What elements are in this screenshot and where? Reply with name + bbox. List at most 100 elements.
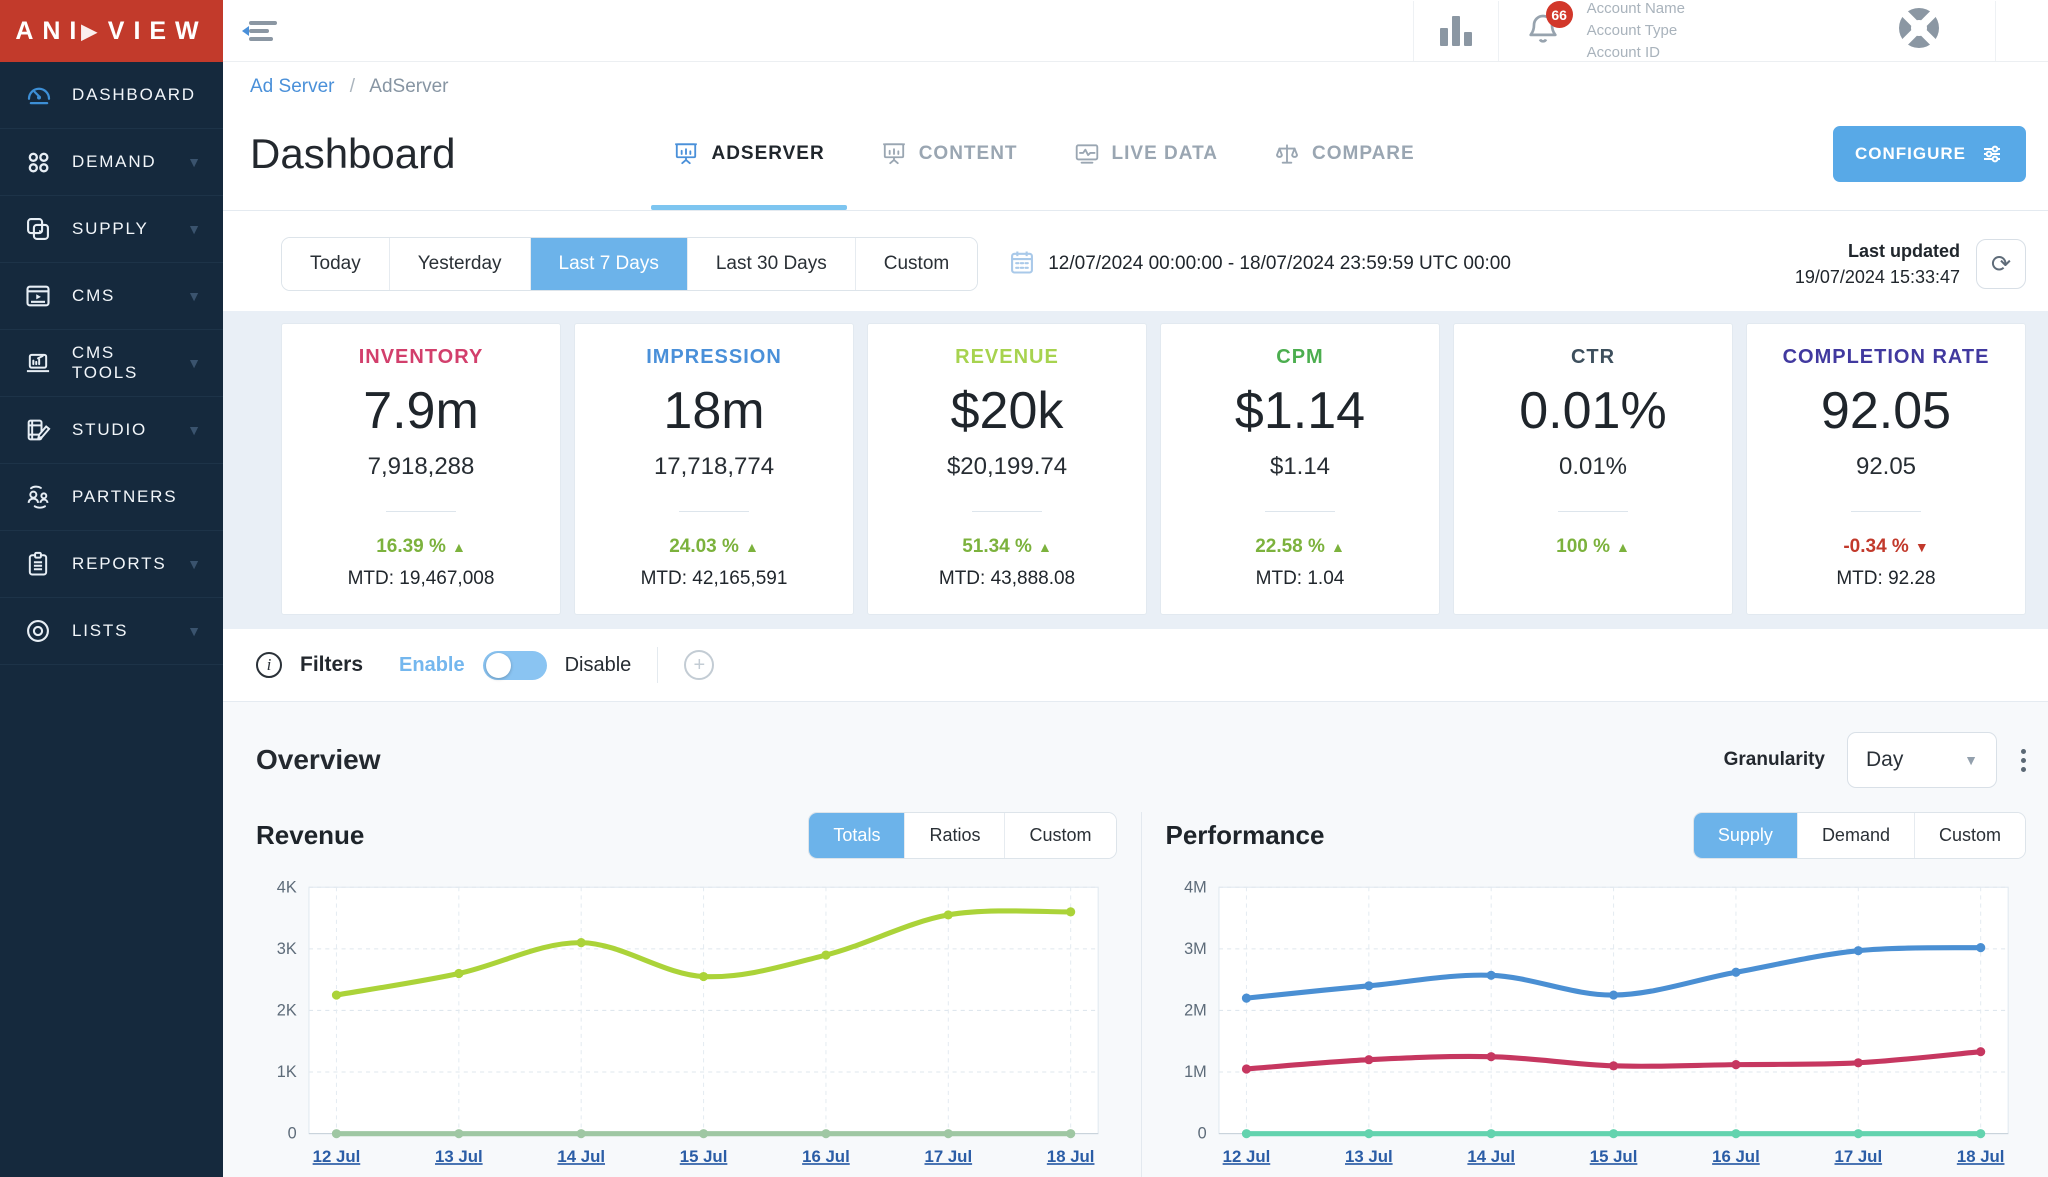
sidebar-item-dashboard[interactable]: DASHBOARD	[0, 62, 223, 129]
tab-live-data[interactable]: LIVE DATA	[1046, 98, 1246, 210]
kpi-card-ctr[interactable]: CTR 0.01% 0.01% 100 %▲	[1453, 323, 1733, 615]
laptop-chart-icon	[24, 349, 58, 377]
account-info: Account Name Account Type Account ID	[1587, 0, 1685, 64]
svg-text:3K: 3K	[277, 940, 297, 958]
svg-text:12 Jul: 12 Jul	[313, 1147, 361, 1166]
control-custom[interactable]: Custom	[1915, 813, 2025, 858]
breadcrumb-parent-link[interactable]: Ad Server	[250, 76, 334, 97]
granularity-value: Day	[1866, 748, 1903, 772]
notifications-button[interactable]: 66	[1525, 9, 1561, 52]
analytics-bars-icon[interactable]	[1440, 16, 1472, 46]
sidebar-item-cms-tools[interactable]: CMS TOOLS ▼	[0, 330, 223, 397]
kpi-value: 0.01%	[1460, 381, 1726, 441]
tab-content[interactable]: CONTENT	[853, 98, 1046, 210]
kpi-card-cpm[interactable]: CPM $1.14 $1.14 22.58 %▲ MTD: 1.04	[1160, 323, 1440, 615]
chevron-down-icon: ▼	[187, 556, 201, 572]
preset-custom[interactable]: Custom	[856, 238, 977, 290]
kpi-mtd: MTD: 1.04	[1167, 568, 1433, 590]
configure-label: CONFIGURE	[1855, 144, 1966, 164]
svg-text:12 Jul: 12 Jul	[1222, 1147, 1270, 1166]
sidebar-item-label: STUDIO	[72, 420, 147, 440]
add-filter-button[interactable]: +	[684, 650, 714, 680]
tab-label: CONTENT	[919, 143, 1018, 165]
page-title: Dashboard	[250, 130, 455, 178]
avatar[interactable]	[1895, 4, 1943, 57]
tab-compare[interactable]: COMPARE	[1246, 98, 1443, 210]
svg-text:1M: 1M	[1184, 1063, 1207, 1081]
sidebar-item-cms[interactable]: CMS ▼	[0, 263, 223, 330]
refresh-button[interactable]: ⟳	[1976, 239, 2026, 289]
kpi-card-inventory[interactable]: INVENTORY 7.9m 7,918,288 16.39 %▲ MTD: 1…	[281, 323, 561, 615]
tab-adserver[interactable]: ADSERVER	[645, 98, 852, 210]
chevron-down-icon: ▼	[187, 288, 201, 304]
sidebar-item-label: SUPPLY	[72, 219, 149, 239]
preset-yesterday[interactable]: Yesterday	[390, 238, 531, 290]
kpi-change: 24.03 %▲	[581, 536, 847, 558]
kpi-value: 7.9m	[288, 381, 554, 441]
svg-text:18 Jul: 18 Jul	[1956, 1147, 2004, 1166]
preset-last-7-days[interactable]: Last 7 Days	[531, 238, 688, 290]
kpi-value: $1.14	[1167, 381, 1433, 441]
last-updated: Last updated 19/07/2024 15:33:47	[1795, 238, 1960, 290]
kpi-mtd: MTD: 19,467,008	[288, 568, 554, 590]
filters-toggle[interactable]	[483, 651, 547, 680]
account-type: Account Type	[1587, 20, 1685, 42]
divider	[1558, 511, 1628, 512]
sidebar-item-label: DEMAND	[72, 152, 156, 172]
kpi-value: 18m	[581, 381, 847, 441]
kpi-change: -0.34 %▼	[1753, 536, 2019, 558]
chevron-down-icon: ▼	[187, 221, 201, 237]
sidebar-item-studio[interactable]: STUDIO ▼	[0, 397, 223, 464]
preset-today[interactable]: Today	[282, 238, 390, 290]
logo-text-left: ANI	[15, 17, 85, 46]
chevron-down-icon: ▼	[1964, 752, 1978, 768]
kpi-strip: INVENTORY 7.9m 7,918,288 16.39 %▲ MTD: 1…	[223, 311, 2048, 629]
last-updated-value: 19/07/2024 15:33:47	[1795, 264, 1960, 290]
filters-disable-label[interactable]: Disable	[565, 654, 632, 677]
control-demand[interactable]: Demand	[1798, 813, 1915, 858]
divider	[1498, 1, 1499, 61]
kpi-card-completion-rate[interactable]: COMPLETION RATE 92.05 92.05 -0.34 %▼ MTD…	[1746, 323, 2026, 615]
filters-enable-label[interactable]: Enable	[399, 654, 465, 677]
notification-badge: 66	[1546, 1, 1573, 28]
date-range-text[interactable]: 12/07/2024 00:00:00 - 18/07/2024 23:59:5…	[1048, 253, 1511, 275]
sidebar-item-demand[interactable]: DEMAND ▼	[0, 129, 223, 196]
performance-chart: 01M2M3M4M12 Jul13 Jul14 Jul15 Jul16 Jul1…	[1166, 875, 2027, 1177]
kpi-title: CTR	[1460, 346, 1726, 369]
configure-button[interactable]: CONFIGURE	[1833, 126, 2026, 182]
overview-menu-button[interactable]	[2021, 749, 2026, 772]
chart-title: Revenue	[256, 820, 364, 851]
kpi-title: REVENUE	[874, 346, 1140, 369]
overview-section: Overview Granularity Day ▼ Revenue Total…	[223, 701, 2048, 1177]
chart-title: Performance	[1166, 820, 1325, 851]
chevron-down-icon: ▼	[187, 623, 201, 639]
control-custom[interactable]: Custom	[1005, 813, 1115, 858]
control-supply[interactable]: Supply	[1694, 813, 1798, 858]
svg-text:2M: 2M	[1184, 1002, 1207, 1020]
granularity-select[interactable]: Day ▼	[1847, 732, 1997, 788]
kpi-change: 22.58 %▲	[1167, 536, 1433, 558]
kpi-card-revenue[interactable]: REVENUE $20k $20,199.74 51.34 %▲ MTD: 43…	[867, 323, 1147, 615]
arrow-up-icon: ▲	[1038, 539, 1052, 555]
sidebar-item-lists[interactable]: LISTS ▼	[0, 598, 223, 665]
sidebar-item-reports[interactable]: REPORTS ▼	[0, 531, 223, 598]
account-id: Account ID	[1587, 42, 1685, 64]
kpi-exact-value: 0.01%	[1460, 453, 1726, 481]
calendar-icon[interactable]	[1008, 248, 1036, 281]
sidebar-item-supply[interactable]: SUPPLY ▼	[0, 196, 223, 263]
revenue-chart: 01K2K3K4K12 Jul13 Jul14 Jul15 Jul16 Jul1…	[256, 875, 1117, 1177]
kpi-title: INVENTORY	[288, 346, 554, 369]
aniview-logo: ANI ▶ VIEW	[0, 0, 223, 62]
kpi-mtd: MTD: 43,888.08	[874, 568, 1140, 590]
performance-chart-panel: Performance Supply Demand Custom 01M2M3M…	[1141, 812, 2027, 1177]
arrow-up-icon: ▲	[1616, 539, 1630, 555]
kpi-exact-value: $20,199.74	[874, 453, 1140, 481]
preset-last-30-days[interactable]: Last 30 Days	[688, 238, 856, 290]
kpi-title: COMPLETION RATE	[1753, 346, 2019, 369]
control-ratios[interactable]: Ratios	[905, 813, 1005, 858]
control-totals[interactable]: Totals	[809, 813, 905, 858]
info-icon[interactable]: i	[256, 652, 282, 678]
sidebar-item-partners[interactable]: PARTNERS	[0, 464, 223, 531]
kpi-card-impression[interactable]: IMPRESSION 18m 17,718,774 24.03 %▲ MTD: …	[574, 323, 854, 615]
sidebar-collapse-icon[interactable]	[249, 21, 283, 41]
